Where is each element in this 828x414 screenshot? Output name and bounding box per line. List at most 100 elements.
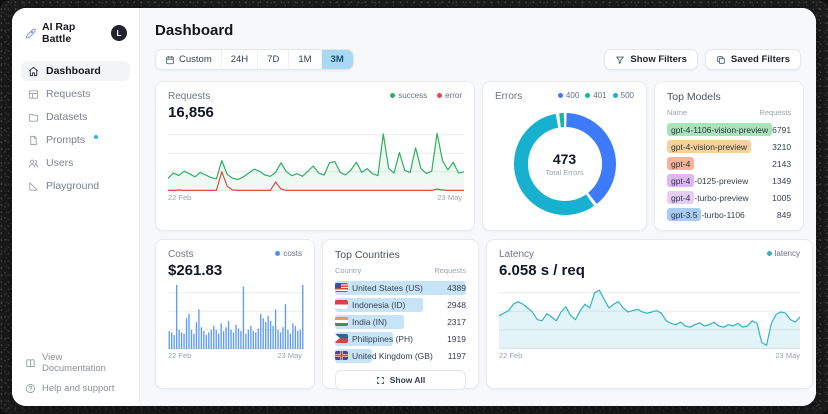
- button-label: Show All: [389, 375, 426, 385]
- country-row[interactable]: Philippines (PH) 1919: [335, 330, 466, 347]
- show-all-button[interactable]: Show All: [335, 370, 466, 390]
- axis-end: 23 May: [277, 351, 302, 360]
- country-requests: 2948: [447, 299, 466, 310]
- axis-start: 22 Feb: [499, 351, 523, 360]
- axis-end: 23 May: [775, 351, 800, 360]
- country-row[interactable]: United States (US) 4389: [335, 279, 466, 296]
- time-filter-24h[interactable]: 24H: [221, 50, 259, 69]
- errors-donut-chart: 473 Total Errors: [509, 108, 621, 220]
- model-row[interactable]: gpt-4 -turbo-preview 1005: [667, 189, 791, 206]
- legend-label: 400: [565, 91, 580, 100]
- panel-title: Requests: [168, 91, 211, 102]
- user-avatar[interactable]: L: [111, 25, 127, 41]
- sidebar-item-dashboard[interactable]: Dashboard: [21, 61, 130, 81]
- country-row[interactable]: United Kingdom (GB) 1197: [335, 347, 466, 364]
- legend-label: latency: [774, 249, 800, 258]
- legend-dot: [390, 93, 396, 98]
- sidebar-item-playground[interactable]: Playground: [21, 176, 130, 196]
- legend-label: 500: [620, 91, 634, 100]
- panel-title: Top Countries: [335, 249, 400, 261]
- sidebar-item-prompts[interactable]: Prompts: [21, 130, 130, 150]
- sidebar-item-label: Prompts: [46, 134, 86, 146]
- logo-row: AI Rap Battle L: [21, 21, 130, 45]
- x-axis-labels: 22 Feb 23 May: [499, 351, 800, 360]
- time-filter-label: 3M: [330, 54, 344, 65]
- time-filter-label: 1M: [298, 54, 312, 65]
- sidebar-item-users[interactable]: Users: [21, 153, 130, 173]
- legend-item-success: success: [390, 91, 427, 100]
- help-support-link[interactable]: Help and support: [25, 383, 126, 394]
- model-requests: 849: [776, 209, 792, 220]
- folder-icon: [28, 112, 39, 123]
- donut-svg: [513, 113, 616, 215]
- legend-dot: [766, 251, 772, 256]
- home-icon: [28, 66, 39, 77]
- main-content: Dashboard Custom 24H 7D 1M 3M Show Filte…: [140, 8, 816, 406]
- column-requests: Requests: [434, 266, 466, 275]
- time-filter-1m[interactable]: 1M: [289, 50, 322, 69]
- model-row[interactable]: gpt-4-vision-preview 3210: [667, 138, 791, 155]
- page-title: Dashboard: [155, 22, 234, 39]
- copy-icon: [716, 55, 726, 65]
- model-row[interactable]: gpt-4 -0125-preview 1349: [667, 172, 791, 189]
- sidebar-item-datasets[interactable]: Datasets: [21, 107, 130, 127]
- model-requests: 1005: [772, 192, 792, 203]
- country-requests: 1197: [447, 350, 466, 361]
- sidebar-item-label: Users: [46, 157, 74, 169]
- axis-end: 23 May: [437, 193, 462, 202]
- sidebar-item-label: Dashboard: [46, 65, 101, 77]
- app-name: AI Rap Battle: [42, 21, 76, 45]
- app-window: AI Rap Battle L Dashboard Requests Datas…: [12, 8, 816, 406]
- legend-dot: [585, 93, 591, 98]
- x-axis-labels: 22 Feb 23 May: [168, 351, 302, 360]
- flag-id-icon: [335, 300, 348, 309]
- model-badge: gpt-4: [667, 191, 695, 204]
- country-name: United States (US): [352, 282, 423, 293]
- costs-legend: costs: [275, 249, 302, 258]
- saved-filters-button[interactable]: Saved Filters: [704, 49, 801, 70]
- model-row[interactable]: gpt-4-1106-vision-preview 6791: [667, 121, 791, 138]
- country-row[interactable]: India (IN) 2317: [335, 313, 466, 330]
- sidebar-footer: View Documentation Help and support: [21, 352, 130, 394]
- model-row[interactable]: gpt-3.5 -turbo-1106 849: [667, 206, 791, 223]
- model-name-rest: -0125-preview: [694, 175, 749, 186]
- latency-area-chart: [499, 289, 800, 349]
- ruler-triangle-icon: [28, 181, 39, 192]
- legend-dot: [437, 93, 443, 98]
- legend-dot: [612, 93, 618, 98]
- time-filter-custom[interactable]: Custom: [156, 50, 222, 69]
- book-icon: [25, 358, 36, 369]
- sidebar-item-requests[interactable]: Requests: [21, 84, 130, 104]
- sidebar-item-label: Requests: [46, 88, 91, 100]
- column-country: Country: [335, 266, 362, 275]
- model-row[interactable]: gpt-4 2143: [667, 155, 791, 172]
- legend-label: 401: [593, 91, 607, 100]
- help-circle-icon: [25, 383, 36, 394]
- model-badge: gpt-3.5: [667, 208, 702, 221]
- time-filter-7d[interactable]: 7D: [258, 50, 290, 69]
- legend-item-500: 500: [612, 91, 634, 100]
- country-name: Philippines (PH): [352, 333, 413, 344]
- device-frame: AI Rap Battle L Dashboard Requests Datas…: [0, 0, 828, 414]
- requests-panel: Requests success error 16,856 22 Feb 23 …: [155, 81, 475, 231]
- model-name-rest: -turbo-preview: [694, 192, 749, 203]
- time-filter-3m[interactable]: 3M: [321, 50, 353, 69]
- legend-dot: [557, 93, 563, 98]
- country-row[interactable]: Indonesia (ID) 2948: [335, 296, 466, 313]
- axis-start: 22 Feb: [168, 351, 192, 360]
- country-requests: 4389: [447, 282, 466, 293]
- show-filters-button[interactable]: Show Filters: [604, 49, 698, 70]
- latency-panel: Latency latency 6.058 s / req 22 Feb 23 …: [486, 239, 813, 389]
- axis-start: 22 Feb: [168, 193, 192, 202]
- dashboard-grid-top: Requests success error 16,856 22 Feb 23 …: [155, 81, 805, 231]
- model-badge: gpt-4-vision-preview: [667, 140, 752, 153]
- model-requests: 6791: [772, 124, 792, 135]
- flag-in-icon: [335, 317, 348, 326]
- calendar-icon: [165, 55, 175, 65]
- expand-icon: [376, 376, 385, 385]
- document-icon: [28, 135, 39, 146]
- dashboard-grid-bottom: Costs costs $261.83 22 Feb 23 May Top Co…: [155, 239, 813, 390]
- time-filter-label: 7D: [267, 54, 280, 65]
- legend-label: success: [398, 91, 428, 100]
- view-documentation-link[interactable]: View Documentation: [25, 352, 126, 374]
